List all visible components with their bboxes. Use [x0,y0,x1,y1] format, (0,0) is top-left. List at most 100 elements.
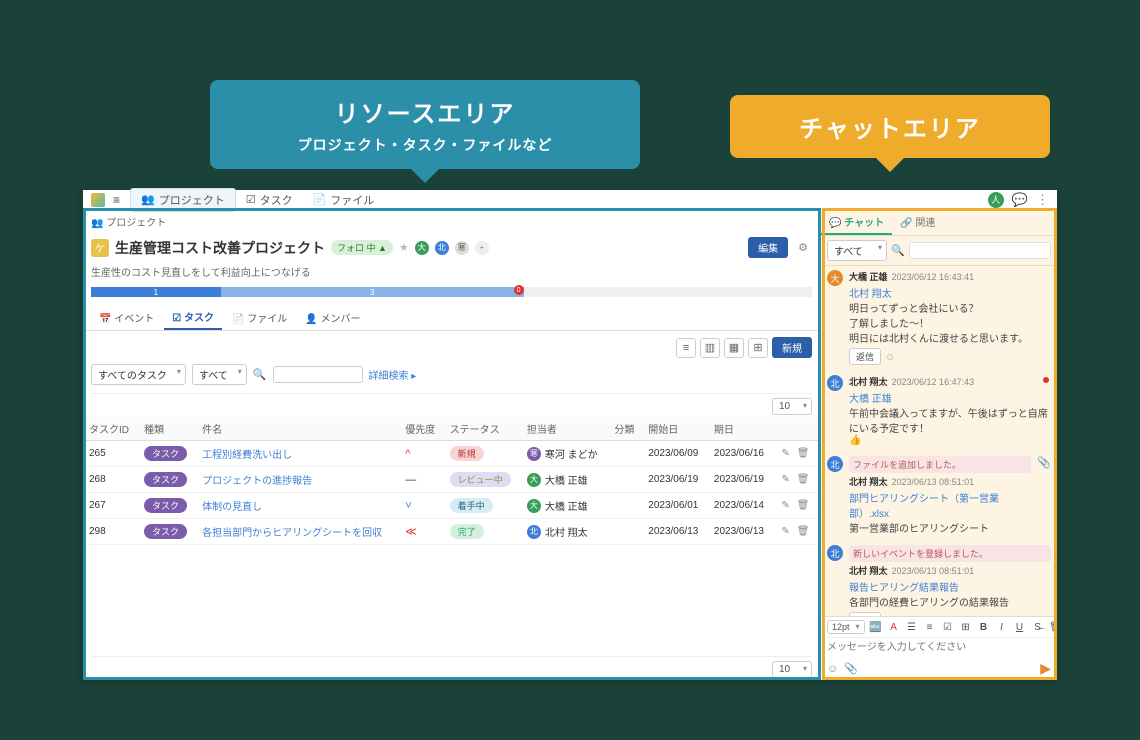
project-header: ケ 生産管理コスト改善プロジェクト フォロ 中 ▲ ★ 大 北 寒 + 編集 ⚙ [83,233,820,262]
member-avatar[interactable]: 北 [435,241,449,255]
col-header[interactable]: タスクID [83,417,138,441]
attachment-icon[interactable]: 📎 [1037,456,1051,535]
msg-avatar: 大 [827,270,843,286]
gear-icon[interactable]: ⚙ [794,241,812,254]
chat-message: 北新しいイベントを登録しました。北村 翔太2023/06/13 08:51:01… [827,545,1051,616]
font-icon[interactable]: 🔤 [869,622,883,633]
user-avatar[interactable]: 人 [988,192,1004,208]
chat-message: 北ファイルを追加しました。北村 翔太2023/06/13 08:51:01部門ヒ… [827,456,1051,535]
filter-tasks-select[interactable]: すべてのタスク [91,364,186,385]
chat-menu-icon[interactable]: ≡ [1055,241,1057,261]
col-header[interactable]: 期日 [708,417,774,441]
task-name-link[interactable]: プロジェクトの進捗報告 [202,476,312,487]
view-calendar-icon[interactable]: ▦ [724,338,744,358]
bold-icon[interactable]: B [977,622,991,633]
table-row[interactable]: 265タスク工程別経費洗い出し^新規寒寒河 まどか2023/06/092023/… [83,441,820,467]
nav-tab-project[interactable]: 👥プロジェクト [130,188,236,212]
tab-file[interactable]: 📄 ファイル [224,305,295,330]
react-icon[interactable]: ☺ [885,352,895,363]
col-header[interactable]: 開始日 [642,417,708,441]
edit-icon[interactable]: ✎ [780,500,792,511]
chat-tab-chat[interactable]: 💬 チャット [821,210,892,235]
chat-toggle-icon[interactable]: 💬 [1012,192,1028,208]
color-icon[interactable]: A [887,622,901,633]
edit-icon[interactable]: ✎ [780,448,792,459]
pager-bottom: 10 [83,659,820,680]
resource-pane: 👥 プロジェクト ケ 生産管理コスト改善プロジェクト フォロ 中 ▲ ★ 大 北… [83,210,821,680]
edit-button[interactable]: 編集 [748,237,788,258]
delete-icon[interactable]: 🗑 [795,500,812,511]
progress-bar: 1 3 0 [91,287,812,297]
event-link[interactable]: 報告ヒアリング結果報告 [849,579,1051,594]
chat-pane: 💬 チャット 🔗 関連 すべて 🔍 ≡ ↓ 大大橋 正雄2023/06/12 1… [821,210,1057,680]
list-ul-icon[interactable]: ☰ [905,622,919,633]
attach-icon[interactable]: 📎 [844,662,858,675]
delete-icon[interactable]: 🗑 [795,526,812,537]
nav-tab-file[interactable]: 📄ファイル [303,189,385,211]
advanced-search-link[interactable]: 詳細検索 ▸ [369,367,417,382]
col-header[interactable] [774,417,820,441]
pager-top: 10 [83,396,820,417]
col-header[interactable]: ステータス [444,417,521,441]
follow-pill[interactable]: フォロ 中 ▲ [331,240,393,255]
edit-icon[interactable]: ✎ [780,474,792,485]
trash-icon[interactable]: 🗑 [1049,622,1057,633]
edit-icon[interactable]: ✎ [780,526,792,537]
chat-filter-select[interactable]: すべて [827,240,887,261]
chat-tab-related[interactable]: 🔗 関連 [892,210,943,235]
view-board-icon[interactable]: ▥ [700,338,720,358]
table-row[interactable]: 268タスクプロジェクトの進捗報告—レビュー中大大橋 正雄2023/06/192… [83,467,820,493]
nav-tab-task[interactable]: ☑タスク [236,189,303,211]
chat-toolbar: すべて 🔍 ≡ ↓ [821,236,1057,266]
page-size-select[interactable]: 10 [772,398,812,415]
table-row[interactable]: 267タスク体制の見直し˅着手中大大橋 正雄2023/06/012023/06/… [83,493,820,519]
send-button[interactable]: ▶ [1040,660,1051,677]
col-header[interactable]: 分類 [608,417,642,441]
star-icon[interactable]: ★ [399,241,409,254]
task-name-link[interactable]: 各担当部門からヒアリングシートを回収 [202,528,382,539]
page-size-select[interactable]: 10 [772,661,812,678]
quote-link[interactable]: 北村 翔太 [849,285,1051,300]
table-icon[interactable]: ⊞ [959,622,973,633]
col-header[interactable]: 優先度 [399,417,443,441]
breadcrumb[interactable]: 👥 プロジェクト [83,210,820,233]
file-link[interactable]: 部門ヒアリングシート（第一営業部）.xlsx [849,490,1031,520]
message-input[interactable] [821,638,1057,657]
delete-icon[interactable]: 🗑 [795,474,812,485]
task-name-link[interactable]: 体制の見直し [202,502,262,513]
task-search-input[interactable] [273,366,363,383]
event-added-banner: 新しいイベントを登録しました。 [849,545,1051,562]
table-row[interactable]: 298タスク各担当部門からヒアリングシートを回収≪完了北北村 翔太2023/06… [83,519,820,545]
delete-icon[interactable]: 🗑 [795,448,812,459]
callout-resource: リソースエリア プロジェクト・タスク・ファイルなど [210,80,640,169]
view-list-icon[interactable]: ≡ [676,338,696,358]
task-name-link[interactable]: 工程別経費洗い出し [202,450,292,461]
project-description: 生産性のコスト見直しをして利益向上につなげる [83,262,820,285]
font-size-select[interactable]: 12pt [827,620,865,634]
col-header[interactable]: 種類 [138,417,196,441]
quote-link[interactable]: 大橋 正雄 [849,390,1051,405]
reply-button[interactable]: 返信 [849,612,881,616]
member-add-icon[interactable]: + [475,241,489,255]
underline-icon[interactable]: U [1013,622,1027,633]
strike-icon[interactable]: S̶ [1031,622,1045,633]
col-header[interactable]: 担当者 [521,417,609,441]
tab-task[interactable]: ☑ タスク [164,305,222,330]
italic-icon[interactable]: I [995,622,1009,633]
view-gantt-icon[interactable]: ⊞ [748,338,768,358]
tab-event[interactable]: 📅 イベント [91,305,162,330]
reply-button[interactable]: 返信 [849,348,881,365]
emoji-icon[interactable]: ☺ [827,663,838,675]
tab-member[interactable]: 👤 メンバー [297,305,368,330]
more-icon[interactable]: ⋮ [1036,192,1049,208]
checklist-icon[interactable]: ☑ [941,622,955,633]
hamburger-icon[interactable]: ≡ [113,193,120,207]
list-ol-icon[interactable]: ≡ [923,622,937,633]
filter-all-select[interactable]: すべて [192,364,247,385]
member-avatar[interactable]: 大 [415,241,429,255]
member-avatar[interactable]: 寒 [455,241,469,255]
new-task-button[interactable]: 新規 [772,337,812,358]
chat-search-input[interactable] [909,242,1051,259]
messages-list: 大大橋 正雄2023/06/12 16:43:41北村 翔太明日ってずっと会社に… [821,266,1057,616]
col-header[interactable]: 件名 [196,417,399,441]
